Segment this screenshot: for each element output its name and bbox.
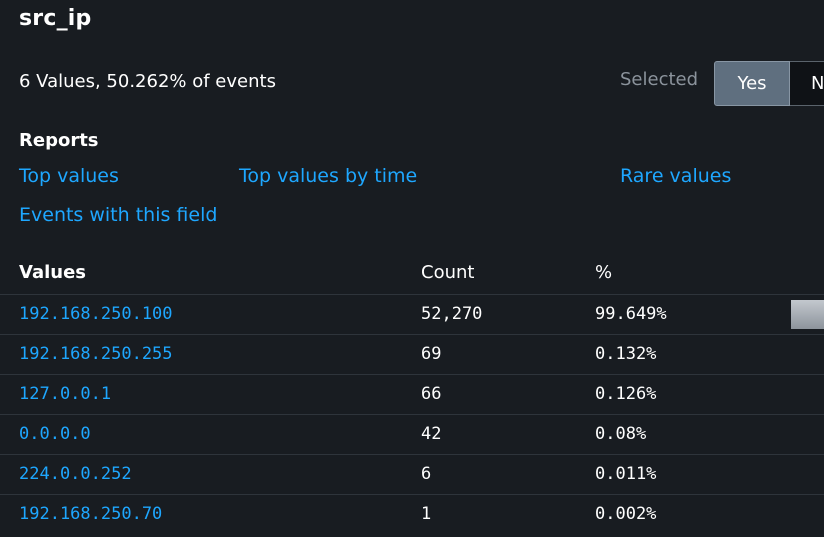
top-values-link[interactable]: Top values — [19, 165, 119, 187]
percent-cell: 99.649% — [595, 304, 667, 324]
top-values-by-time-link[interactable]: Top values by time — [239, 165, 417, 187]
events-with-field-link[interactable]: Events with this field — [19, 204, 217, 226]
percent-bar — [791, 500, 824, 529]
percent-cell: 0.002% — [595, 504, 657, 524]
count-cell: 1 — [421, 504, 432, 524]
percent-bar — [791, 300, 824, 329]
count-cell: 69 — [421, 344, 442, 364]
selected-toggle: Yes No — [714, 61, 824, 106]
count-cell: 6 — [421, 464, 432, 484]
count-cell: 42 — [421, 424, 442, 444]
value-link[interactable]: 192.168.250.255 — [19, 344, 173, 364]
rare-values-link[interactable]: Rare values — [620, 165, 731, 187]
percent-bar — [791, 420, 824, 449]
table-row: 127.0.0.1 66 0.126% — [0, 374, 824, 414]
percent-cell: 0.126% — [595, 384, 657, 404]
percent-column-header: % — [595, 262, 613, 283]
table-row: 192.168.250.255 69 0.132% — [0, 334, 824, 374]
percent-bar-fill — [791, 300, 824, 329]
values-column-header: Values — [19, 262, 86, 283]
selected-label: Selected — [620, 69, 699, 90]
percent-cell: 0.132% — [595, 344, 657, 364]
value-link[interactable]: 0.0.0.0 — [19, 424, 91, 444]
field-summary-panel: src_ip 6 Values, 50.262% of events Selec… — [0, 0, 824, 537]
percent-bar — [791, 460, 824, 489]
count-cell: 52,270 — [421, 304, 483, 324]
table-row: 0.0.0.0 42 0.08% — [0, 414, 824, 454]
table-row: 192.168.250.100 52,270 99.649% — [0, 294, 824, 334]
percent-bar — [791, 380, 824, 409]
count-cell: 66 — [421, 384, 442, 404]
percent-cell: 0.011% — [595, 464, 657, 484]
table-row: 224.0.0.252 6 0.011% — [0, 454, 824, 494]
percent-bar — [791, 340, 824, 369]
selected-yes-button[interactable]: Yes — [714, 61, 790, 106]
reports-heading: Reports — [19, 130, 99, 151]
value-link[interactable]: 224.0.0.252 — [19, 464, 132, 484]
selected-no-button[interactable]: No — [790, 61, 824, 106]
field-summary: 6 Values, 50.262% of events — [19, 71, 276, 92]
field-title: src_ip — [19, 6, 92, 31]
value-link[interactable]: 127.0.0.1 — [19, 384, 111, 404]
count-column-header: Count — [421, 262, 475, 283]
table-row: 192.168.250.70 1 0.002% — [0, 494, 824, 534]
percent-cell: 0.08% — [595, 424, 647, 444]
value-link[interactable]: 192.168.250.70 — [19, 504, 162, 524]
value-link[interactable]: 192.168.250.100 — [19, 304, 173, 324]
